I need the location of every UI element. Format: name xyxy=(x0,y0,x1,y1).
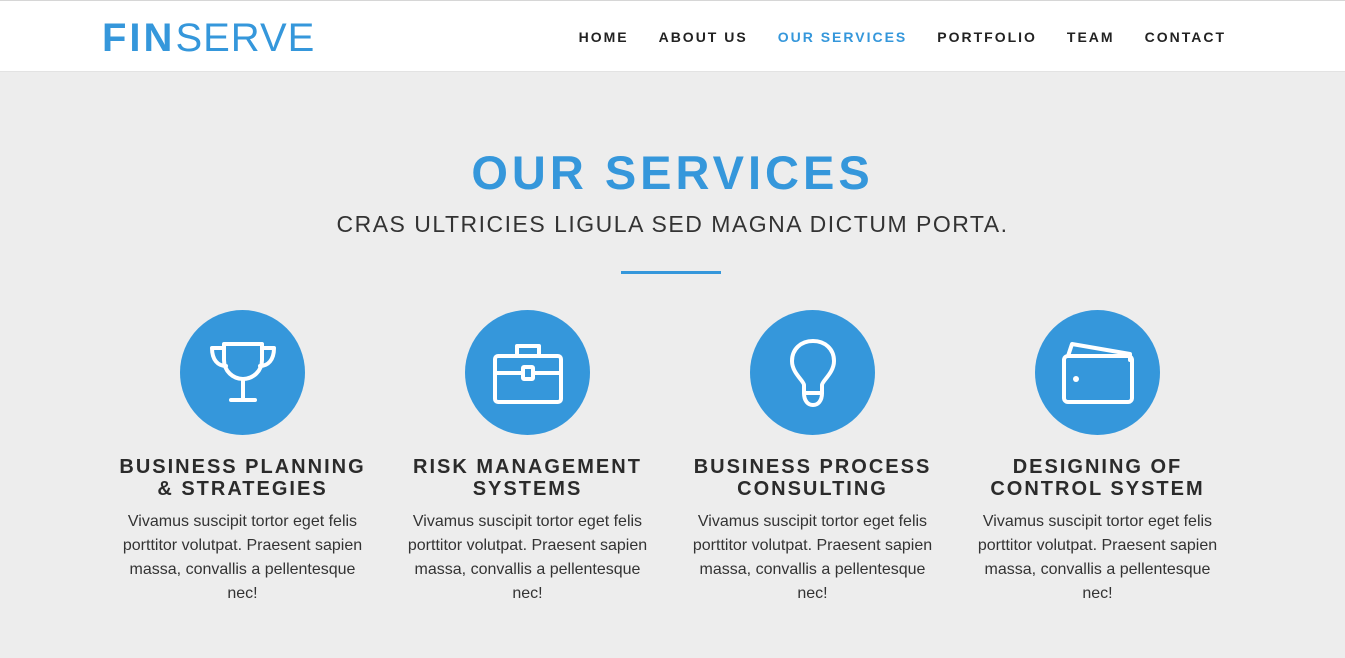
briefcase-icon xyxy=(491,339,565,407)
service-title: RISK MANAGEMENT SYSTEMS xyxy=(413,456,642,500)
service-description: Vivamus suscipit tortor eget felis portt… xyxy=(692,513,933,602)
logo-fin: FIN xyxy=(102,16,176,60)
services-grid: BUSINESS PLANNING & STRATEGIES Vivamus s… xyxy=(100,310,1240,650)
service-title: BUSINESS PLANNING & STRATEGIES xyxy=(119,456,366,500)
nav-our-services[interactable]: OUR SERVICES xyxy=(778,28,908,46)
nav-portfolio[interactable]: PORTFOLIO xyxy=(937,28,1037,46)
title-divider xyxy=(621,271,721,274)
section-subtitle: CRAS ULTRICIES LIGULA SED MAGNA DICTUM P… xyxy=(336,211,1009,237)
site-logo[interactable]: FINSERVE xyxy=(102,16,315,60)
trophy-icon xyxy=(206,338,280,408)
section-title: OUR SERVICES xyxy=(471,146,874,199)
service-title: DESIGNING OF CONTROL SYSTEM xyxy=(990,456,1205,500)
wallet-icon xyxy=(1060,340,1136,406)
lightbulb-icon xyxy=(786,337,840,409)
service-description: Vivamus suscipit tortor eget felis portt… xyxy=(407,513,648,602)
service-card: DESIGNING OF CONTROL SYSTEM Vivamus susc… xyxy=(955,310,1240,606)
service-card: BUSINESS PLANNING & STRATEGIES Vivamus s… xyxy=(100,310,385,606)
service-title: BUSINESS PROCESS CONSULTING xyxy=(693,456,932,500)
nav-about-us[interactable]: ABOUT US xyxy=(659,28,748,46)
service-icon-circle[interactable] xyxy=(180,310,305,435)
main-nav: HOME ABOUT US OUR SERVICES PORTFOLIO TEA… xyxy=(549,28,1226,46)
service-description: Vivamus suscipit tortor eget felis portt… xyxy=(977,513,1218,602)
nav-contact[interactable]: CONTACT xyxy=(1145,28,1226,46)
service-description: Vivamus suscipit tortor eget felis portt… xyxy=(122,513,363,602)
service-icon-circle[interactable] xyxy=(465,310,590,435)
service-icon-circle[interactable] xyxy=(750,310,875,435)
service-card: BUSINESS PROCESS CONSULTING Vivamus susc… xyxy=(670,310,955,606)
top-navbar: FINSERVE HOME ABOUT US OUR SERVICES PORT… xyxy=(0,0,1345,72)
logo-serve: SERVE xyxy=(175,16,316,60)
nav-team[interactable]: TEAM xyxy=(1067,28,1115,46)
service-card: RISK MANAGEMENT SYSTEMS Vivamus suscipit… xyxy=(385,310,670,606)
service-icon-circle[interactable] xyxy=(1035,310,1160,435)
nav-home[interactable]: HOME xyxy=(579,28,629,46)
